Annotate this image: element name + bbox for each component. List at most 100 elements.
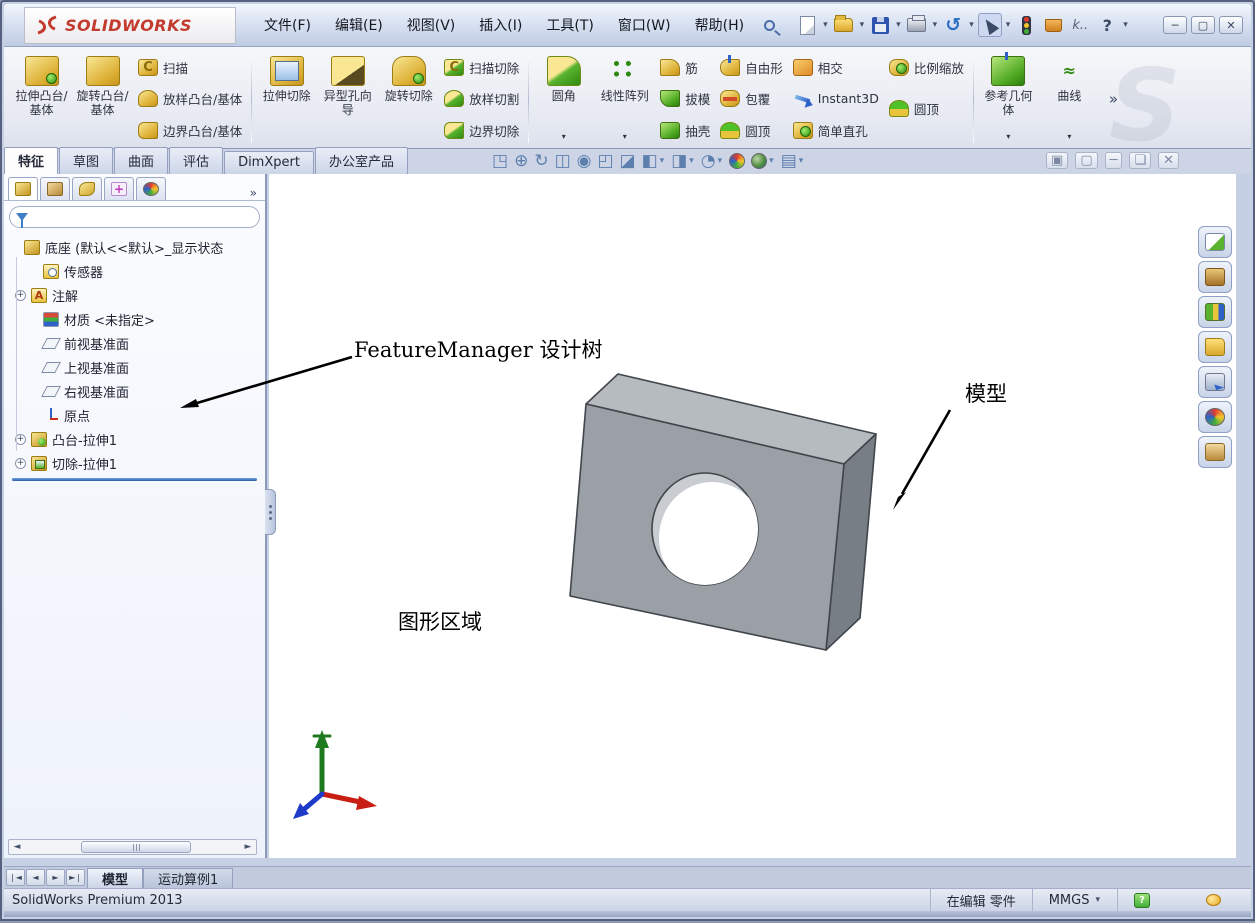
tab-dimxpert[interactable]: DimXpert [224,151,314,174]
tree-item-origin[interactable]: 原点 [8,403,265,427]
shell-button[interactable]: 抽壳 [656,120,714,141]
doc-cascade-icon[interactable]: ▢ [1075,152,1098,169]
appearances-icon[interactable] [1198,401,1232,433]
tab-office-products[interactable]: 办公室产品 [314,147,408,174]
rib-button[interactable]: 筋 [656,57,714,78]
restore-icon[interactable]: ▢ [1191,16,1215,34]
undo-dropdown-icon[interactable]: ▾ [969,20,974,30]
fillet-dropdown-icon[interactable]: ▾ [562,130,566,146]
draft-button[interactable]: 拔模 [656,88,714,109]
first-tab-icon[interactable]: ❘◄ [6,869,25,886]
next-tab-icon[interactable]: ► [46,869,65,886]
zoom-fit-icon[interactable]: ◳ [492,151,508,171]
edit-appearance-icon[interactable] [729,153,746,169]
design-library-icon[interactable] [1198,261,1232,293]
tree-item-annotations[interactable]: + A 注解 [8,283,265,307]
rebuild-traffic-light-icon[interactable] [1014,13,1038,37]
help-dropdown-icon[interactable]: ▾ [1123,20,1128,30]
last-tab-icon[interactable]: ►❘ [66,869,85,886]
doc-minimize-icon[interactable]: ─ [1104,152,1123,169]
extruded-cut-button[interactable]: 拉伸切除 [257,52,316,146]
scale-button[interactable]: 比例缩放 [885,57,968,78]
help-icon[interactable]: ? [1095,13,1119,37]
hole-wizard-button[interactable]: 异型孔向导 [318,52,377,146]
new-dropdown-icon[interactable]: ▾ [823,20,828,30]
curves-button[interactable]: 曲线 ▾ [1040,52,1099,146]
graphics-area[interactable] [269,174,1236,858]
curves-dropdown-icon[interactable]: ▾ [1067,130,1071,146]
expand-icon[interactable]: + [15,457,26,469]
menu-window[interactable]: 窗口(W) [608,11,681,39]
tree-item-top-plane[interactable]: 上视基准面 [8,355,265,379]
extrude-boss-button[interactable]: 拉伸凸台/基体 [12,52,71,146]
menu-file[interactable]: 文件(F) [254,11,321,39]
scroll-right-icon[interactable]: ► [240,840,256,854]
tab-sketch[interactable]: 草图 [59,147,114,174]
scrollbar-thumb[interactable] [81,841,191,853]
view-orientation-icon[interactable]: ◧ ▾ [642,151,666,171]
tree-filter-input[interactable] [9,206,260,228]
tree-item-front-plane[interactable]: 前视基准面 [8,331,265,355]
select-cursor-icon[interactable] [977,13,1002,37]
custom-properties-icon[interactable] [1198,436,1232,468]
solidworks-resources-icon[interactable] [1198,226,1232,258]
tree-item-right-plane[interactable]: 右视基准面 [8,379,265,403]
select-dropdown-icon[interactable]: ▾ [1006,20,1011,30]
tab-features[interactable]: 特征 [4,147,59,174]
view-palette-icon[interactable] [1198,366,1232,398]
file-explorer-icon[interactable] [1198,331,1232,363]
close-icon[interactable]: ✕ [1219,16,1243,34]
tab-surfaces[interactable]: 曲面 [114,147,169,174]
intersect-button[interactable]: 相交 [789,57,883,78]
fillet-button[interactable]: 圆角 ▾ [534,52,593,146]
dome-button[interactable]: 圆顶 [716,120,787,141]
menu-edit[interactable]: 编辑(E) [325,11,393,39]
hide-show-items-icon[interactable]: ◔ ▾ [701,151,723,171]
open-icon[interactable] [832,13,856,37]
panel-splitter-handle[interactable] [265,489,276,535]
rollback-bar[interactable] [12,478,257,481]
simple-hole-button[interactable]: 简单直孔 [789,120,883,141]
print-dropdown-icon[interactable]: ▾ [933,20,938,30]
configurationmanager-tab-icon[interactable] [72,177,102,200]
minimize-icon[interactable]: ─ [1163,16,1187,34]
tree-item-sensors[interactable]: 传感器 [8,259,265,283]
revolve-boss-button[interactable]: 旋转凸台/基体 [73,52,132,146]
menu-tools[interactable]: 工具(T) [536,11,603,39]
toolbox-icon[interactable] [1198,296,1232,328]
menu-insert[interactable]: 插入(I) [469,11,532,39]
scroll-left-icon[interactable]: ◄ [9,840,25,854]
undo-icon[interactable]: ↺ [941,13,965,37]
linear-pattern-dropdown-icon[interactable]: ▾ [623,130,627,146]
propertymanager-tab-icon[interactable] [40,177,70,200]
dimxpertmanager-tab-icon[interactable]: + [104,177,134,200]
tab-evaluate[interactable]: 评估 [169,147,224,174]
menu-help[interactable]: 帮助(H) [685,11,754,39]
status-units-selector[interactable]: MMGS ▾ [1031,889,1117,911]
quick-tools-icon[interactable]: k.. [1068,13,1092,37]
rotate-view-icon[interactable]: ↻ [534,151,548,171]
doc-close-icon[interactable]: ✕ [1158,152,1179,169]
loft-button[interactable]: 放样凸台/基体 [134,88,246,109]
boundary-cut-button[interactable]: 边界切除 [440,120,523,141]
revolved-cut-button[interactable]: 旋转切除 [379,52,438,146]
displaymanager-tab-icon[interactable] [136,177,166,200]
tree-item-boss-extrude1[interactable]: + 凸台-拉伸1 [8,427,265,451]
reference-geometry-dropdown-icon[interactable]: ▾ [1006,130,1010,146]
new-document-icon[interactable] [795,13,819,37]
wrap-button[interactable]: 包覆 [716,88,787,109]
view-selector-icon[interactable]: ◪ [620,151,636,171]
save-dropdown-icon[interactable]: ▾ [896,20,901,30]
pan-icon[interactable]: ⊕ [514,151,528,171]
instant3d-button[interactable]: Instant3D [789,89,883,108]
view-settings-icon[interactable]: ▤ ▾ [781,151,805,171]
freeform-button[interactable]: 自由形 [716,54,787,78]
swept-cut-button[interactable]: 扫描切除 [440,57,523,78]
panel-horizontal-scrollbar[interactable]: ◄ ► [8,839,257,855]
apply-scene-icon[interactable]: ▾ [751,153,775,169]
search-icon[interactable] [764,19,776,31]
zoom-in-icon[interactable]: ◉ [577,151,592,171]
sweep-button[interactable]: 扫描 [134,57,246,78]
reference-geometry-button[interactable]: 参考几何体 ▾ [979,51,1038,146]
menu-view[interactable]: 视图(V) [397,11,466,39]
